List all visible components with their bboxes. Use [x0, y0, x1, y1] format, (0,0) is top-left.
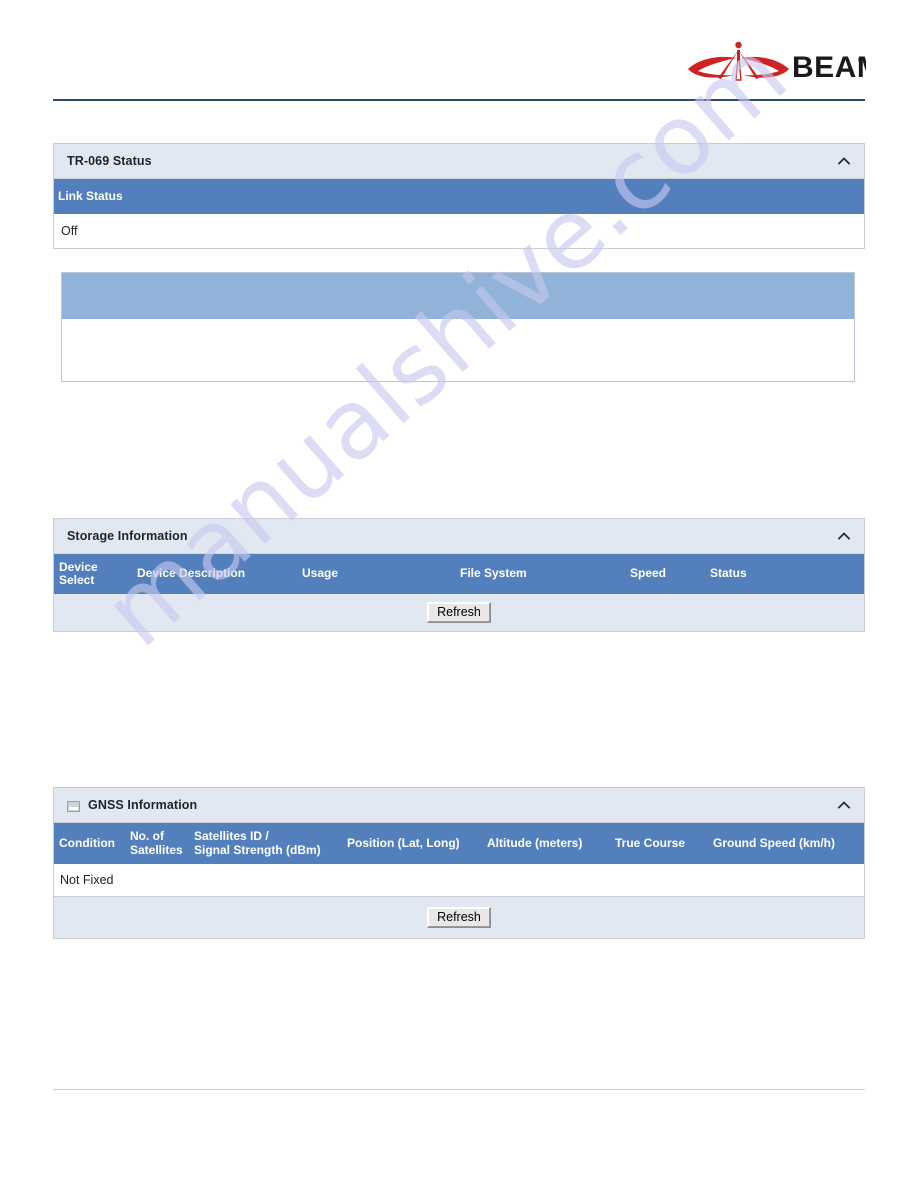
column-altitude: Altitude (meters) — [487, 835, 583, 850]
tr069-row: Off — [54, 214, 864, 247]
gnss-panel-title: GNSS Information — [88, 798, 198, 812]
blank-panel-row — [62, 319, 854, 381]
blank-panel-header — [62, 273, 854, 319]
gnss-panel-footer: Refresh — [54, 897, 864, 938]
column-no-of-satellites: No. of Satellites — [130, 829, 183, 857]
chevron-up-icon[interactable] — [836, 153, 852, 169]
manual-page: BEAM ® manualshive.com TR-069 Status Lin… — [0, 0, 918, 1188]
column-device-description: Device Description — [137, 566, 246, 581]
column-position: Position (Lat, Long) — [347, 835, 460, 850]
storage-panel-title: Storage Information — [67, 529, 188, 543]
column-status: Status — [710, 566, 747, 581]
link-status-value: Off — [61, 223, 78, 238]
column-true-course: True Course — [615, 835, 686, 850]
gnss-refresh-button[interactable]: Refresh — [427, 907, 491, 928]
column-usage: Usage — [302, 566, 339, 581]
tr069-panel-title-bar[interactable]: TR-069 Status — [54, 144, 864, 179]
storage-column-header: Device Select Device Description Usage F… — [54, 554, 864, 594]
tr069-column-header: Link Status — [54, 179, 864, 214]
gnss-information-panel: GNSS Information Condition No. of Satell… — [53, 787, 865, 939]
gnss-panel-title-group: GNSS Information — [67, 798, 197, 812]
header-divider — [53, 99, 865, 101]
gnss-panel-title-bar[interactable]: GNSS Information — [54, 788, 864, 823]
blank-panel — [61, 272, 855, 382]
footer-divider — [53, 1089, 865, 1090]
storage-refresh-button[interactable]: Refresh — [427, 602, 491, 623]
storage-information-panel: Storage Information Device Select Device… — [53, 518, 865, 632]
column-file-system: File System — [460, 566, 527, 581]
column-device-select: Device Select — [59, 559, 98, 587]
column-satellites-id-signal: Satellites ID / Signal Strength (dBm) — [194, 829, 321, 857]
gnss-column-header: Condition No. of Satellites Satellites I… — [54, 823, 864, 864]
gnss-condition-value: Not Fixed — [60, 873, 114, 887]
page-header: BEAM ® — [0, 0, 918, 104]
beam-logo: BEAM ® — [686, 36, 882, 92]
beam-antenna-logo-icon: BEAM ® — [688, 41, 882, 84]
column-link-status: Link Status — [58, 188, 123, 203]
gnss-row: Not Fixed — [54, 864, 864, 897]
chevron-up-icon[interactable] — [836, 528, 852, 544]
storage-panel-footer: Refresh — [54, 594, 864, 631]
storage-panel-title-bar[interactable]: Storage Information — [54, 519, 864, 554]
svg-text:BEAM: BEAM — [792, 51, 866, 84]
chevron-up-icon[interactable] — [836, 797, 852, 813]
svg-text:®: ® — [858, 55, 865, 65]
broken-image-icon — [67, 800, 80, 812]
column-condition: Condition — [59, 835, 115, 850]
tr069-panel-title: TR-069 Status — [67, 154, 152, 168]
tr069-status-panel: TR-069 Status Link Status Off — [53, 143, 865, 249]
column-ground-speed: Ground Speed (km/h) — [713, 835, 836, 850]
column-speed: Speed — [630, 566, 667, 581]
